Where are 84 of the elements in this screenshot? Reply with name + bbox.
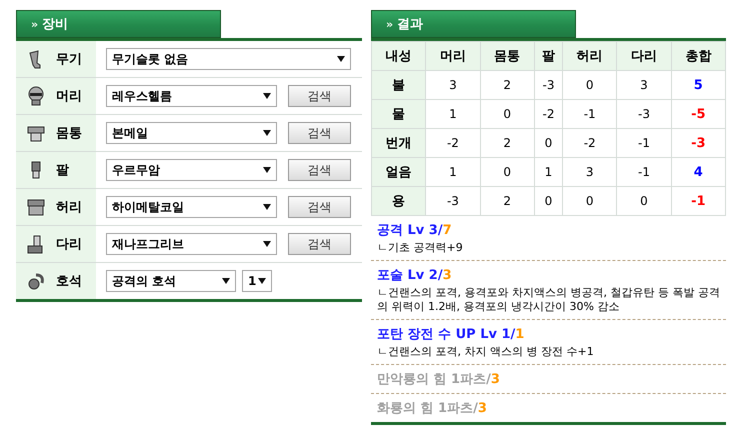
column-header: 내성 — [372, 42, 426, 70]
helmet-slot-icon — [26, 86, 46, 106]
table-cell: -2 — [562, 128, 617, 158]
element-cell: 용 — [372, 186, 426, 216]
slot-label: 팔 — [56, 162, 69, 179]
column-header: 몸통 — [480, 42, 534, 70]
element-cell: 물 — [372, 100, 426, 128]
table-cell: 2 — [480, 186, 534, 216]
table-cell: 0 — [562, 186, 617, 216]
equipment-dropdown[interactable]: 재나프그리브 — [106, 233, 277, 255]
slot-label: 다리 — [56, 236, 82, 253]
skill-description: ㄴ건랜스의 포격, 용격포와 차지액스의 병공격, 철갑유탄 등 폭발 공격의 위력이 1.2배, 용격포의 냉각시간이 30% 감소 — [376, 286, 721, 314]
table-cell: -1 — [616, 128, 672, 158]
table-cell: 0 — [534, 128, 563, 158]
column-header: 다리 — [616, 42, 672, 70]
table-cell: -3 — [426, 186, 480, 216]
header-title: 결과 — [397, 16, 424, 33]
search-button[interactable]: 검색 — [288, 196, 351, 218]
table-cell: 2 — [480, 70, 534, 100]
caret-icon — [337, 56, 345, 62]
element-cell: 얼음 — [372, 158, 426, 186]
table-cell: -3 — [534, 70, 563, 100]
waist-slot-icon — [26, 197, 46, 217]
table-cell: 0 — [480, 158, 534, 186]
count-dropdown[interactable]: 1 — [242, 270, 272, 292]
total-cell: -3 — [671, 128, 726, 158]
caret-icon — [263, 241, 271, 247]
total-cell: 4 — [671, 158, 726, 186]
equipment-dropdown[interactable]: 본메일 — [106, 122, 277, 144]
column-header: 팔 — [534, 42, 563, 70]
equipment-dropdown[interactable]: 무기슬롯 없음 — [106, 48, 351, 70]
total-cell: -1 — [671, 186, 726, 216]
table-cell: 0 — [562, 70, 617, 100]
search-button[interactable]: 검색 — [288, 159, 351, 181]
slot-label: 머리 — [56, 88, 82, 105]
caret-icon — [263, 167, 271, 173]
caret-icon — [263, 93, 271, 99]
slot-label: 허리 — [56, 199, 82, 216]
equipment-dropdown[interactable]: 우르무암 — [106, 159, 277, 181]
chevron-icon: » — [386, 18, 394, 30]
table-cell: 3 — [562, 158, 617, 186]
element-cell: 불 — [372, 70, 426, 100]
skill-title: 포술 Lv 2/3 — [376, 267, 453, 284]
total-cell: 5 — [671, 70, 726, 100]
skill-description: ㄴ기초 공격력+9 — [376, 241, 464, 255]
slot-label: 무기 — [56, 51, 82, 68]
skill-title: 공격 Lv 3/7 — [376, 222, 453, 239]
element-cell: 번개 — [372, 128, 426, 158]
table-cell: 0 — [534, 186, 563, 216]
skill-title: 화룡의 힘 1파츠/3 — [376, 400, 488, 417]
table-cell: -2 — [426, 128, 480, 158]
skill-description: ㄴ건랜스의 포격, 차지 액스의 병 장전 수+1 — [376, 345, 595, 359]
column-header: 머리 — [426, 42, 480, 70]
table-cell: 2 — [480, 128, 534, 158]
caret-icon — [263, 204, 271, 210]
skill-title: 포탄 장전 수 UP Lv 1/1 — [376, 326, 526, 343]
equipment-dropdown[interactable]: 레우스헬름 — [106, 85, 277, 107]
search-button[interactable]: 검색 — [288, 122, 351, 144]
column-header: 총합 — [671, 42, 726, 70]
equipment-dropdown[interactable]: 하이메탈코일 — [106, 196, 277, 218]
table-cell: -3 — [616, 100, 672, 128]
slot-label: 호석 — [56, 273, 82, 290]
search-button[interactable]: 검색 — [288, 233, 351, 255]
caret-icon — [258, 278, 266, 284]
table-cell: 3 — [426, 70, 480, 100]
table-cell: -2 — [534, 100, 563, 128]
table-cell: 1 — [426, 100, 480, 128]
chevron-icon: » — [31, 18, 38, 30]
caret-icon — [263, 130, 271, 136]
slot-label: 몸통 — [56, 125, 82, 142]
column-header: 허리 — [562, 42, 617, 70]
table-cell: -1 — [616, 158, 672, 186]
table-cell: 0 — [480, 100, 534, 128]
header-title: 장비 — [42, 16, 68, 33]
table-cell: 0 — [616, 186, 672, 216]
total-cell: -5 — [671, 100, 726, 128]
table-cell: 3 — [616, 70, 672, 100]
skill-title: 만악룡의 힘 1파츠/3 — [376, 371, 501, 388]
table-cell: 1 — [534, 158, 563, 186]
table-cell: 1 — [426, 158, 480, 186]
gem-dropdown[interactable]: 공격의 호석 — [106, 270, 236, 292]
caret-icon — [222, 278, 230, 284]
table-cell: -1 — [562, 100, 617, 128]
search-button[interactable]: 검색 — [288, 85, 351, 107]
